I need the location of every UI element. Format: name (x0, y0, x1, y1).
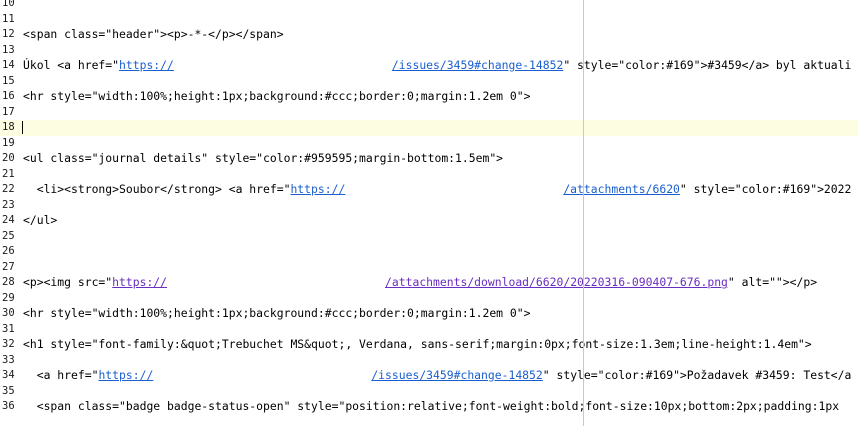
code-text[interactable]: <span class="badge badge-status-open" st… (23, 399, 839, 415)
code-segment: <p><img src=" (23, 275, 113, 289)
code-segment: Úkol <a href=" (23, 58, 120, 72)
url-path: /issues/3459#change-14852 (391, 58, 564, 72)
url-path: /attachments/download/6620/20220316-0904… (385, 275, 728, 289)
url-link[interactable]: https:// /attachments/download/6620/20220… (112, 275, 728, 289)
url-scheme: https:// (119, 58, 174, 72)
code-segment: " style="color:#169">2022 (679, 182, 852, 196)
code-line[interactable]: 36 <span class="badge badge-status-open"… (0, 399, 858, 415)
line-number: 20 (2, 152, 15, 164)
code-text[interactable]: <hr style="width:100%;height:1px;backgro… (23, 89, 530, 105)
line-number: 30 (2, 307, 15, 319)
url-link[interactable]: https:// /issues/3459#change-14852 (98, 368, 542, 382)
url-path: /attachments/6620 (563, 182, 680, 196)
code-line[interactable]: 34 <a href="https:// /issues/3459#change-… (0, 368, 858, 384)
url-scheme: https:// (112, 275, 168, 289)
url-link[interactable]: https:// /attachments/6620 (290, 182, 679, 196)
code-line[interactable]: 24 </ul> (0, 213, 858, 229)
code-text[interactable]: <a href="https:// /issues/3459#change-148… (23, 368, 852, 384)
code-line[interactable]: 26 (0, 244, 858, 260)
code-line[interactable]: 25 (0, 229, 858, 245)
code-line[interactable]: 10 (0, 0, 858, 12)
url-link[interactable]: https:// /issues/3459#change-14852 (119, 58, 563, 72)
code-line[interactable]: 31 (0, 322, 858, 338)
line-number: 11 (2, 12, 15, 25)
line-number: 22 (2, 183, 15, 195)
print-margin-guide (583, 0, 584, 426)
code-line[interactable]: 14 Úkol <a href="https:// /issues/3459#cha… (0, 58, 858, 74)
line-number: 25 (2, 229, 15, 242)
line-number: 32 (2, 338, 15, 350)
code-line[interactable]: 30 <hr style="width:100%;height:1px;backg… (0, 306, 858, 322)
code-line[interactable]: 17 (0, 105, 858, 121)
code-text[interactable]: <li><strong>Soubor</strong> <a href="htt… (23, 182, 852, 198)
text-caret (22, 121, 23, 134)
line-number: 28 (2, 276, 15, 288)
line-number: 10 (2, 0, 15, 9)
line-number: 19 (2, 136, 15, 149)
code-segment: " alt=""></p> (727, 275, 818, 289)
code-line[interactable]: 12 <span class="header"><p>-*-</p></span> (0, 27, 858, 43)
line-number: 12 (2, 28, 15, 40)
code-line[interactable]: 16 <hr style="width:100%;height:1px;backg… (0, 89, 858, 105)
code-line[interactable]: 15 (0, 74, 858, 90)
line-number: 14 (2, 59, 15, 71)
code-text[interactable]: <p><img src="https:// /attachments/downlo… (23, 275, 817, 291)
code-line[interactable]: 33 (0, 353, 858, 369)
url-scheme: https:// (290, 182, 346, 196)
code-text[interactable] (23, 0, 297, 12)
line-number: 13 (2, 43, 15, 56)
code-line[interactable]: 19 (0, 136, 858, 152)
code-segment: " style="color:#169">#3459</a> byl aktua… (563, 58, 852, 72)
line-number: 35 (2, 384, 15, 397)
code-line[interactable]: 27 (0, 260, 858, 276)
line-number: 36 (2, 400, 15, 412)
code-segment: <a href=" (23, 368, 99, 382)
code-line[interactable]: 35 (0, 384, 858, 400)
code-text[interactable]: <hr style="width:100%;height:1px;backgro… (23, 306, 530, 322)
code-text[interactable]: </ul> (23, 213, 57, 229)
code-segment: <li><strong>Soubor</strong> <a href=" (23, 182, 291, 196)
line-number: 26 (2, 245, 15, 257)
line-number: 31 (2, 322, 15, 335)
line-number: 18 (2, 121, 15, 133)
line-number: 29 (2, 291, 15, 304)
line-number: 33 (2, 353, 15, 366)
code-line[interactable]: 21 (0, 167, 858, 183)
code-line[interactable]: 13 (0, 43, 858, 59)
code-line[interactable]: 28 <p><img src="https:// /attachments/down… (0, 275, 858, 291)
line-number: 23 (2, 198, 15, 211)
code-line[interactable]: 23 (0, 198, 858, 214)
current-code-line[interactable]: 18 (0, 120, 858, 136)
line-number: 16 (2, 90, 15, 102)
code-line[interactable]: 11 (0, 12, 858, 28)
line-number: 15 (2, 74, 15, 87)
code-line[interactable]: 29 (0, 291, 858, 307)
line-number: 21 (2, 167, 15, 180)
code-text[interactable]: <ul class="journal details" style="color… (23, 151, 503, 167)
url-scheme: https:// (98, 368, 154, 382)
code-text[interactable]: <h1 style="font-family:&quot;Trebuchet M… (23, 337, 812, 353)
code-line[interactable]: 32 <h1 style="font-family:&quot;Trebuchet… (0, 337, 858, 353)
code-line[interactable]: 20 <ul class="journal details" style="col… (0, 151, 858, 167)
code-line[interactable]: 22 <li><strong>Soubor</strong> <a href="… (0, 182, 858, 198)
line-number: 17 (2, 105, 15, 118)
code-text[interactable]: Úkol <a href="https:// /issues/3459#chang… (23, 58, 851, 74)
line-number: 27 (2, 260, 15, 273)
line-number: 24 (2, 214, 15, 226)
code-segment: " style="color:#169">Požadavek #3459: Te… (542, 368, 852, 382)
code-editor[interactable]: 10 11 12 <span class="header"><p>-*-</p></… (0, 0, 858, 426)
code-text[interactable]: <span class="header"><p>-*-</p></span> (23, 27, 284, 43)
line-number: 34 (2, 369, 15, 381)
url-path: /issues/3459#change-14852 (371, 368, 543, 382)
